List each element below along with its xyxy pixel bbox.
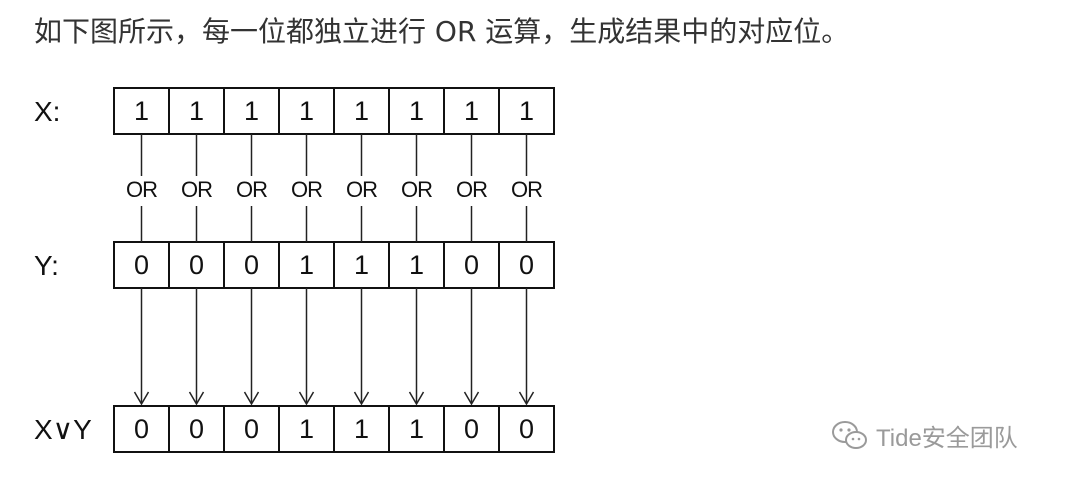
bit-value: 1 [244, 96, 259, 126]
bit-value: 1 [464, 96, 479, 126]
bit-value: 0 [189, 250, 204, 280]
or-operator-label: OR [346, 177, 377, 202]
watermark: Tide安全团队 [830, 418, 1018, 453]
or-operator-label: OR [236, 177, 267, 202]
bit-value: 0 [244, 250, 259, 280]
or-operator-label: OR [291, 177, 322, 202]
or-operator-label: OR [126, 177, 157, 202]
bit-value: 1 [134, 96, 149, 126]
bit-value: 1 [354, 96, 369, 126]
row-label: X: [34, 96, 60, 127]
bit-value: 1 [299, 414, 314, 444]
bit-value: 1 [189, 96, 204, 126]
bit-value: 0 [519, 414, 534, 444]
bit-value: 0 [464, 250, 479, 280]
bit-value: 1 [354, 250, 369, 280]
bit-value: 1 [299, 250, 314, 280]
wechat-icon [832, 420, 867, 449]
bit-value: 0 [189, 414, 204, 444]
bit-value: 0 [134, 414, 149, 444]
bit-value: 0 [244, 414, 259, 444]
bit-value: 1 [409, 96, 424, 126]
bit-value: 1 [409, 414, 424, 444]
bit-row-1: X: 1 1 1 1 1 1 1 1 [34, 87, 555, 135]
watermark-text: Tide安全团队 [876, 425, 1018, 452]
or-operator-label: OR [181, 177, 212, 202]
or-operator-label: OR [456, 177, 487, 202]
bit-value: 0 [519, 250, 534, 280]
bit-value: 1 [354, 414, 369, 444]
or-operator-label: OR [401, 177, 432, 202]
row-label: Y: [34, 250, 59, 281]
bitwise-or-diagram: X: 1 1 1 1 1 1 1 1 Y: 0 0 0 1 1 1 0 0 X∨Y 0 0 0 1 1 1 0 0 OR OR OR OR… [34, 87, 555, 453]
bit-row-2: Y: 0 0 0 1 1 1 0 0 [34, 241, 555, 289]
bit-value: 0 [134, 250, 149, 280]
row-label: X∨Y [34, 414, 92, 445]
bit-value: 1 [299, 96, 314, 126]
bit-value: 0 [464, 414, 479, 444]
bit-value: 1 [409, 250, 424, 280]
bit-row-3: X∨Y 0 0 0 1 1 1 0 0 [34, 405, 555, 453]
or-operator-label: OR [511, 177, 542, 202]
bit-value: 1 [519, 96, 534, 126]
